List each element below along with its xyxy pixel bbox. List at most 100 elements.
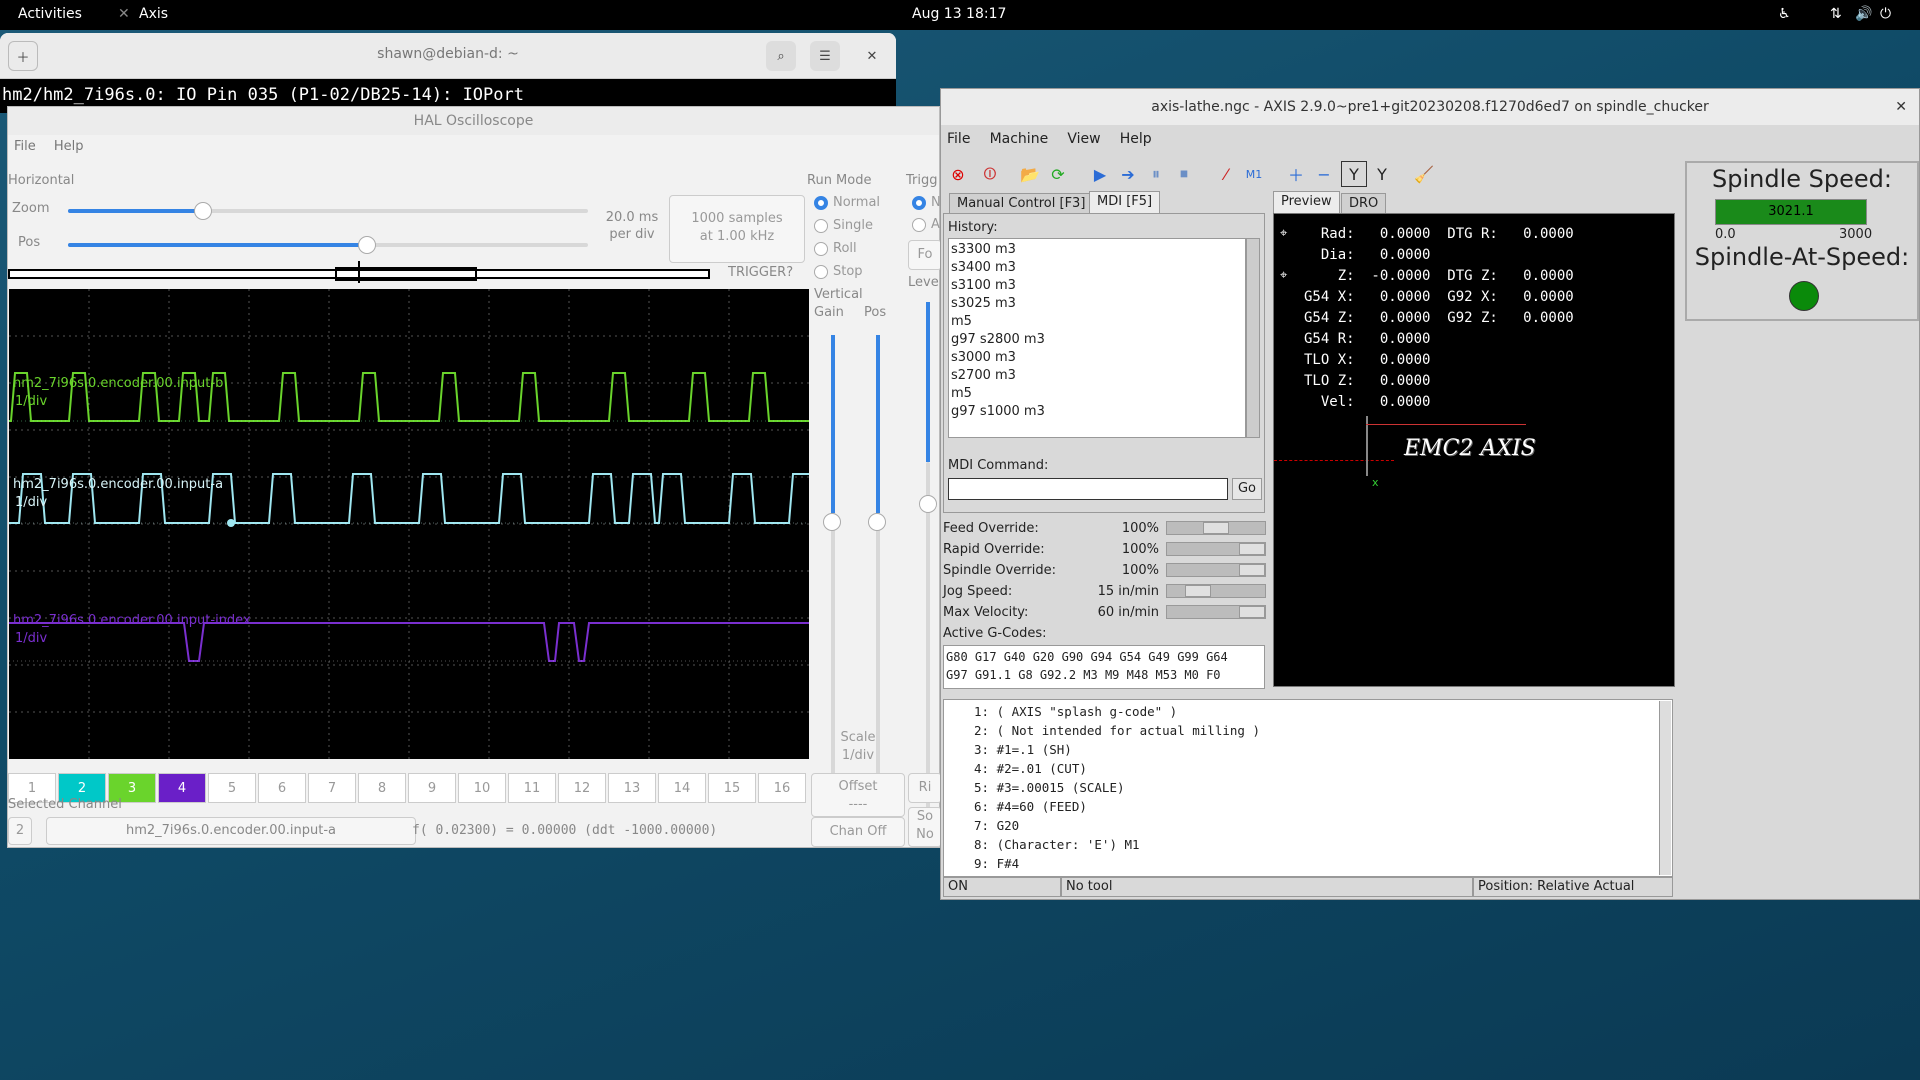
program-line[interactable]: 2: ( Not intended for actual milling ) xyxy=(974,721,1672,740)
history-item[interactable]: s3400 m3 xyxy=(951,259,1243,277)
record-position-bar[interactable] xyxy=(8,261,710,283)
offset-button[interactable]: Offset ---- xyxy=(811,773,905,817)
trigger-level-slider[interactable] xyxy=(926,302,930,462)
program-line[interactable]: 1: ( AXIS "splash g-code" ) xyxy=(974,702,1672,721)
scope-plot[interactable]: hm2_7i96s.0.encoder.00.input-b 1/div hm2… xyxy=(9,289,809,759)
trigger-force-button[interactable]: Fo xyxy=(908,240,942,270)
history-item[interactable]: s2700 m3 xyxy=(951,367,1243,385)
channel-button-4[interactable]: 4 xyxy=(158,773,206,803)
gcode-program-listing[interactable]: 1: ( AXIS "splash g-code" ) 2: ( Not inte… xyxy=(943,699,1673,877)
accessibility-icon[interactable]: ♿ xyxy=(1778,6,1791,22)
history-item[interactable]: m5 xyxy=(951,385,1243,403)
channel-button-16[interactable]: 16 xyxy=(758,773,806,803)
trigger-auto-radio[interactable]: A xyxy=(912,217,940,232)
channel-button-5[interactable]: 5 xyxy=(208,773,256,803)
program-line[interactable]: 9: F#4 xyxy=(974,854,1672,873)
app-menu[interactable]: Axis xyxy=(139,6,168,22)
channel-button-14[interactable]: 14 xyxy=(658,773,706,803)
history-item[interactable]: s3300 m3 xyxy=(951,241,1243,259)
selected-channel-name[interactable]: hm2_7i96s.0.encoder.00.input-a xyxy=(46,817,416,845)
history-item[interactable]: s3000 m3 xyxy=(951,349,1243,367)
override-slider[interactable] xyxy=(1166,563,1266,577)
channel-button-13[interactable]: 13 xyxy=(608,773,656,803)
run-mode-stop-radio[interactable]: Stop xyxy=(814,264,863,279)
channel-button-12[interactable]: 12 xyxy=(558,773,606,803)
axis-menu-machine[interactable]: Machine xyxy=(990,131,1049,147)
power-icon[interactable]: ⏻ xyxy=(1880,6,1891,22)
history-item[interactable]: g97 s1000 m3 xyxy=(951,403,1243,421)
override-slider[interactable] xyxy=(1166,542,1266,556)
activities-button[interactable]: Activities xyxy=(18,6,82,22)
view-y-icon[interactable]: Y xyxy=(1341,161,1367,187)
tab-mdi[interactable]: MDI [F5] xyxy=(1089,191,1161,213)
channel-button-11[interactable]: 11 xyxy=(508,773,556,803)
run-mode-single-radio[interactable]: Single xyxy=(814,218,873,233)
history-item[interactable]: g97 s2800 m3 xyxy=(951,331,1243,349)
program-line[interactable]: 8: (Character: 'E') M1 xyxy=(974,835,1672,854)
clear-plot-icon[interactable]: 🧹 xyxy=(1411,161,1437,187)
pause-icon[interactable]: ⏸ xyxy=(1143,161,1169,187)
override-slider[interactable] xyxy=(1166,521,1266,535)
zoom-in-icon[interactable]: ＋ xyxy=(1283,161,1309,187)
close-icon[interactable]: ✕ xyxy=(857,41,887,71)
axis-close-icon[interactable]: ✕ xyxy=(1895,89,1907,125)
channel-button-6[interactable]: 6 xyxy=(258,773,306,803)
preview-canvas[interactable]: Rad: 0.0000 DTG R: 0.0000 Dia: 0.0000 Z:… xyxy=(1273,213,1675,687)
volume-icon[interactable]: 🔊 xyxy=(1855,6,1872,22)
reload-icon[interactable]: ⟳ xyxy=(1045,161,1071,187)
trigger-rise-button[interactable]: Ri xyxy=(908,773,942,803)
open-file-icon[interactable]: 📂 xyxy=(1017,161,1043,187)
program-line[interactable]: 6: #4=60 (FEED) xyxy=(974,797,1672,816)
channel-button-8[interactable]: 8 xyxy=(358,773,406,803)
go-button[interactable]: Go xyxy=(1232,478,1262,500)
mdi-command-input[interactable] xyxy=(948,478,1228,500)
trigger-normal-radio[interactable]: N xyxy=(912,195,941,210)
trigger-source-button[interactable]: So No xyxy=(908,807,942,847)
override-slider[interactable] xyxy=(1166,584,1266,598)
zoom-slider[interactable] xyxy=(68,202,588,220)
channel-button-10[interactable]: 10 xyxy=(458,773,506,803)
run-icon[interactable]: ▶ xyxy=(1087,161,1113,187)
tab-preview[interactable]: Preview xyxy=(1273,191,1340,213)
program-line[interactable]: 5: #3=.00015 (SCALE) xyxy=(974,778,1672,797)
optional-stop-icon[interactable]: M1 xyxy=(1241,161,1267,187)
samples-button[interactable]: 1000 samples at 1.00 kHz xyxy=(669,195,805,263)
program-scrollbar[interactable] xyxy=(1659,701,1671,875)
axis-menu-help[interactable]: Help xyxy=(1120,131,1152,147)
channel-button-9[interactable]: 9 xyxy=(408,773,456,803)
scope-menu-help[interactable]: Help xyxy=(54,139,84,154)
stop-icon[interactable]: ⏹ xyxy=(1171,161,1197,187)
axis-menu-file[interactable]: File xyxy=(947,131,970,147)
tab-dro[interactable]: DRO xyxy=(1341,193,1387,215)
block-delete-icon[interactable]: ⁄ xyxy=(1213,161,1239,187)
history-scrollbar[interactable] xyxy=(1246,238,1260,438)
axis-menu-view[interactable]: View xyxy=(1067,131,1100,147)
tab-manual-control[interactable]: Manual Control [F3] xyxy=(949,193,1094,215)
program-line[interactable]: 7: G20 xyxy=(974,816,1672,835)
view-y2-icon[interactable]: Y xyxy=(1369,161,1395,187)
hamburger-menu-icon[interactable]: ☰ xyxy=(810,41,840,71)
channel-button-7[interactable]: 7 xyxy=(308,773,356,803)
scope-menu-file[interactable]: File xyxy=(14,139,36,154)
search-icon[interactable]: ⌕ xyxy=(766,41,796,71)
zoom-out-icon[interactable]: − xyxy=(1311,161,1337,187)
clock[interactable]: Aug 13 18:17 xyxy=(912,6,1006,22)
history-item[interactable]: m5 xyxy=(951,313,1243,331)
history-list[interactable]: s3300 m3 s3400 m3 s3100 m3 s3025 m3 m5 g97 s2… xyxy=(948,238,1246,438)
network-icon[interactable]: ⇅ xyxy=(1830,6,1842,22)
estop-icon[interactable]: ⊗ xyxy=(945,161,971,187)
gain-knob[interactable] xyxy=(823,513,841,531)
trigger-level-knob[interactable] xyxy=(919,495,937,513)
trigger-button[interactable]: TRIGGER? xyxy=(728,265,793,280)
override-slider[interactable] xyxy=(1166,605,1266,619)
power-toggle-icon[interactable]: ⏼ xyxy=(977,161,1003,187)
history-item[interactable]: s3100 m3 xyxy=(951,277,1243,295)
pos-slider[interactable] xyxy=(68,236,588,254)
run-mode-roll-radio[interactable]: Roll xyxy=(814,241,857,256)
chan-off-button[interactable]: Chan Off xyxy=(811,817,905,847)
run-mode-normal-radio[interactable]: Normal xyxy=(814,195,880,210)
history-item[interactable]: s3025 m3 xyxy=(951,295,1243,313)
step-icon[interactable]: ➔ xyxy=(1115,161,1141,187)
program-line[interactable]: 3: #1=.1 (SH) xyxy=(974,740,1672,759)
channel-button-15[interactable]: 15 xyxy=(708,773,756,803)
